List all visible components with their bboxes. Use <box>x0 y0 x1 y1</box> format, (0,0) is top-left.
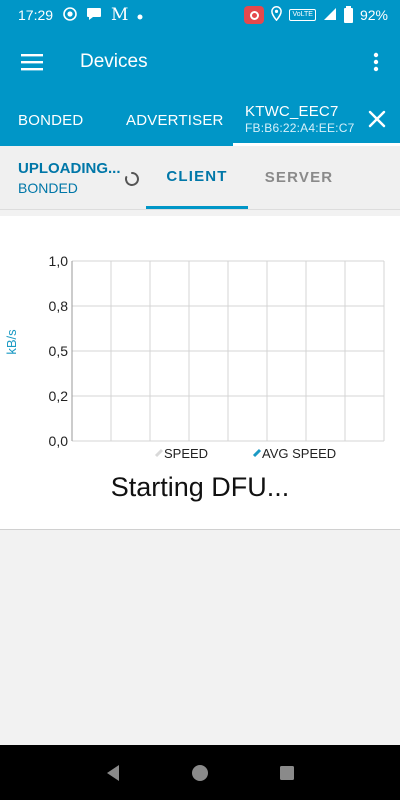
legend-label: SPEED <box>164 446 208 461</box>
chart-grid <box>71 260 385 442</box>
chart-y-label: kB/s <box>4 329 19 355</box>
close-icon[interactable] <box>366 108 388 130</box>
chart-y-ticks: 0,0 0,2 0,5 0,8 1,0 <box>49 253 69 449</box>
location-icon <box>271 6 283 24</box>
dfu-card: 0,0 0,2 0,5 0,8 1,0 kB/s SPEED AVG SPEED Star… <box>0 216 400 530</box>
tab-bar: BONDED ADVERTISER KTWC_EEC7 FB:B6:22:A4:… <box>0 94 400 146</box>
app-title: Devices <box>80 51 148 72</box>
volte-icon: VoLTE <box>289 9 316 21</box>
chart-y-tick-label: 0,0 <box>49 433 69 449</box>
navigation-bar <box>0 745 400 800</box>
connection-status: UPLOADING... BONDED <box>0 146 146 209</box>
chat-icon <box>86 7 102 24</box>
connection-bar: UPLOADING... BONDED CLIENT SERVER <box>0 146 400 210</box>
more-options-icon[interactable] <box>352 34 400 90</box>
dot-icon <box>137 8 143 23</box>
back-icon[interactable] <box>101 761 125 785</box>
status-time: 17:29 <box>18 7 54 23</box>
device-name: KTWC_EEC7 <box>245 102 339 120</box>
tab-client[interactable]: CLIENT <box>146 146 248 209</box>
tab-advertiser[interactable]: ADVERTISER <box>108 94 233 146</box>
dfu-status-text: Starting DFU... <box>110 472 290 502</box>
chart-y-tick-label: 0,2 <box>49 388 69 404</box>
tab-device[interactable]: KTWC_EEC7 FB:B6:22:A4:EE:C7 <box>233 94 400 146</box>
battery-icon <box>343 5 353 23</box>
chart-y-tick-label: 0,5 <box>49 343 69 359</box>
recents-icon[interactable] <box>275 761 299 785</box>
home-icon[interactable] <box>188 761 212 785</box>
device-address: FB:B6:22:A4:EE:C7 <box>245 120 355 135</box>
screen-record-icon <box>63 6 77 24</box>
app-bar: Devices <box>0 30 400 94</box>
gmail-icon: M <box>111 5 129 25</box>
chart-y-tick-label: 1,0 <box>49 253 69 269</box>
chart-y-tick-label: 0,8 <box>49 298 69 314</box>
signal-icon <box>323 7 337 24</box>
legend-label: AVG SPEED <box>262 446 336 461</box>
battery-percent: 92% <box>359 7 388 23</box>
tab-server[interactable]: SERVER <box>248 146 350 209</box>
legend-marker <box>154 448 164 458</box>
legend-marker <box>252 448 262 458</box>
menu-icon[interactable] <box>4 34 60 90</box>
tab-bonded[interactable]: BONDED <box>0 94 108 146</box>
recording-badge-icon <box>244 6 265 24</box>
loading-spinner-icon <box>125 172 139 186</box>
chart-legend: SPEED AVG SPEED <box>154 446 336 461</box>
status-bar: 17:29 M VoLTE 92% <box>0 0 400 30</box>
speed-chart: 0,0 0,2 0,5 0,8 1,0 kB/s SPEED AVG SPEED <box>4 253 385 461</box>
